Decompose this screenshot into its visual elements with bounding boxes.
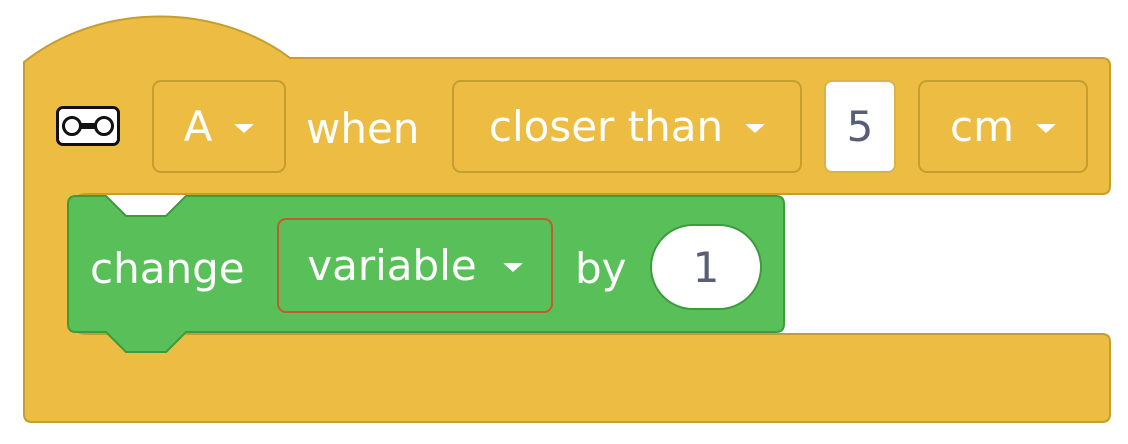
by-label: by xyxy=(575,244,627,293)
script-canvas: A when closer than 5 cm change variable … xyxy=(0,0,1128,444)
amount-input[interactable]: 1 xyxy=(650,224,762,310)
change-variable-block[interactable] xyxy=(0,0,1128,444)
chevron-down-icon xyxy=(502,263,523,272)
variable-dropdown-value: variable xyxy=(307,241,477,290)
amount-value-text: 1 xyxy=(692,242,720,292)
change-label: change xyxy=(90,244,245,293)
variable-dropdown[interactable]: variable xyxy=(277,218,553,313)
